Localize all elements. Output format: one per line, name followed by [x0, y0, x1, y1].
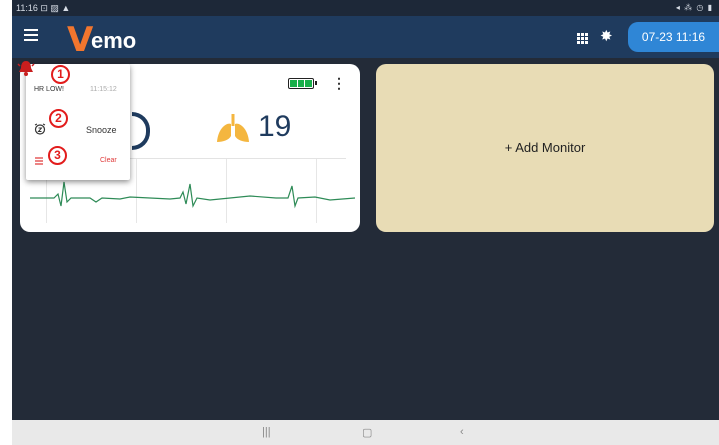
alarm-time: 11:15:12 — [90, 86, 117, 93]
menu-icon[interactable] — [24, 29, 38, 45]
annotation-marker-3: 3 — [48, 146, 67, 165]
gear-icon[interactable]: ✸ — [600, 28, 613, 46]
system-nav-bar: ||| ▢ ‹ — [12, 420, 719, 445]
grid-icon[interactable] — [577, 33, 588, 44]
recents-button[interactable]: ||| — [262, 426, 271, 438]
heart-rate-gauge — [132, 112, 150, 150]
status-bar: 11:16 ⊡ ▨ ▲ ◂ ⁂ ◷ ▮ — [12, 0, 719, 16]
alarm-popup: HR LOW! 11:15:12 Snooze Clear — [17, 61, 130, 180]
battery-icon — [288, 78, 317, 89]
add-monitor-button[interactable]: + Add Monitor — [376, 64, 714, 232]
back-button[interactable]: ‹ — [460, 426, 464, 438]
snooze-button[interactable]: Snooze — [86, 125, 117, 135]
status-icons: ◂ ⁂ ◷ ▮ — [675, 3, 713, 12]
home-button[interactable]: ▢ — [362, 426, 372, 439]
tablet-screen: 11:16 ⊡ ▨ ▲ ◂ ⁂ ◷ ▮ V emo ✸ 07-23 11:16 … — [12, 0, 719, 445]
resp-rate-value: 19 — [258, 110, 292, 143]
lungs-icon — [217, 114, 249, 142]
clear-icon[interactable] — [35, 156, 46, 166]
clear-button[interactable]: Clear — [100, 157, 117, 164]
alarm-label: HR LOW! — [34, 86, 64, 93]
snooze-icon[interactable] — [34, 123, 46, 135]
alarm-bell-icon[interactable] — [16, 58, 36, 78]
datetime-badge[interactable]: 07-23 11:16 — [628, 22, 719, 52]
more-options-icon[interactable]: ⋮ — [332, 75, 346, 92]
annotation-marker-1: 1 — [51, 65, 70, 84]
status-time: 11:16 ⊡ ▨ ▲ — [16, 3, 71, 13]
annotation-marker-2: 2 — [49, 109, 68, 128]
app-bar: V emo ✸ 07-23 11:16 — [12, 16, 719, 60]
